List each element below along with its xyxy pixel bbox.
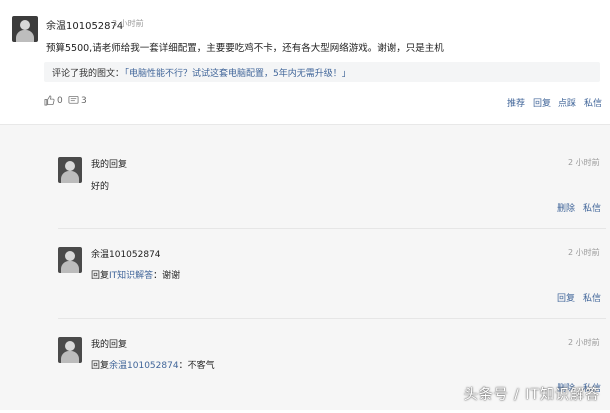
- quote-prefix: 评论了我的图文：: [52, 69, 125, 79]
- reply-item: 我的回复 2 小时前 好的 删除 私信: [50, 151, 606, 233]
- reply-prefix: 回复: [91, 271, 110, 281]
- reply-button[interactable]: 回复: [557, 291, 575, 304]
- reply-button[interactable]: 回复: [533, 96, 551, 109]
- reply-prefix: 回复: [91, 361, 110, 371]
- reply-suffix: ：不客气: [178, 361, 215, 371]
- like-count: 0: [57, 96, 63, 106]
- dislike-button[interactable]: 点踩: [558, 96, 576, 109]
- comment-time: 3 小时前: [112, 19, 144, 28]
- avatar[interactable]: [58, 337, 82, 363]
- message-button[interactable]: 私信: [583, 201, 601, 214]
- thumb-up-icon[interactable]: [44, 95, 55, 106]
- message-button[interactable]: 私信: [584, 96, 602, 109]
- divider: [58, 228, 606, 229]
- reply-time: 2 小时前: [568, 338, 600, 347]
- divider: [58, 318, 606, 319]
- avatar[interactable]: [58, 157, 82, 183]
- comment-content: 预算5500,请老师给我一套详细配置，主要要吃鸡不卡，还有各大型网络游戏。谢谢，…: [46, 43, 444, 54]
- message-button[interactable]: 私信: [583, 291, 601, 304]
- reply-mention[interactable]: 余温101052874: [109, 361, 179, 371]
- avatar[interactable]: [12, 16, 38, 42]
- delete-button[interactable]: 删除: [557, 201, 575, 214]
- quoted-article[interactable]: 评论了我的图文： 「电脑性能不行？试试这套电脑配置，5年内无需升级！」: [44, 62, 600, 82]
- reply-text: 好的: [91, 182, 110, 192]
- comment-icon[interactable]: [68, 95, 79, 106]
- quote-link[interactable]: 「电脑性能不行？试试这套电脑配置，5年内无需升级！」: [120, 66, 351, 79]
- reply-author[interactable]: 余温101052874: [91, 247, 161, 260]
- reply-list: 我的回复 2 小时前 好的 删除 私信 余温101052874 2 小时前 回复…: [0, 125, 610, 410]
- comment-count: 3: [81, 96, 87, 106]
- reply-suffix: ：谢谢: [153, 271, 181, 281]
- reply-text: 回复余温101052874：不客气: [91, 358, 215, 371]
- reply-text: 回复IT知识解答：谢谢: [91, 268, 180, 281]
- reply-author[interactable]: 我的回复: [91, 157, 127, 170]
- reply-time: 2 小时前: [568, 248, 600, 257]
- main-comment: 余温101052874 3 小时前 预算5500,请老师给我一套详细配置，主要要…: [0, 0, 610, 124]
- reply-author[interactable]: 我的回复: [91, 337, 127, 350]
- reply-mention[interactable]: IT知识解答: [109, 271, 153, 281]
- recommend-button[interactable]: 推荐: [507, 96, 525, 109]
- avatar[interactable]: [58, 247, 82, 273]
- reply-time: 2 小时前: [568, 158, 600, 167]
- reply-item: 余温101052874 2 小时前 回复IT知识解答：谢谢 回复 私信: [50, 241, 606, 323]
- watermark: 头条号 / IT知识解答: [463, 387, 600, 403]
